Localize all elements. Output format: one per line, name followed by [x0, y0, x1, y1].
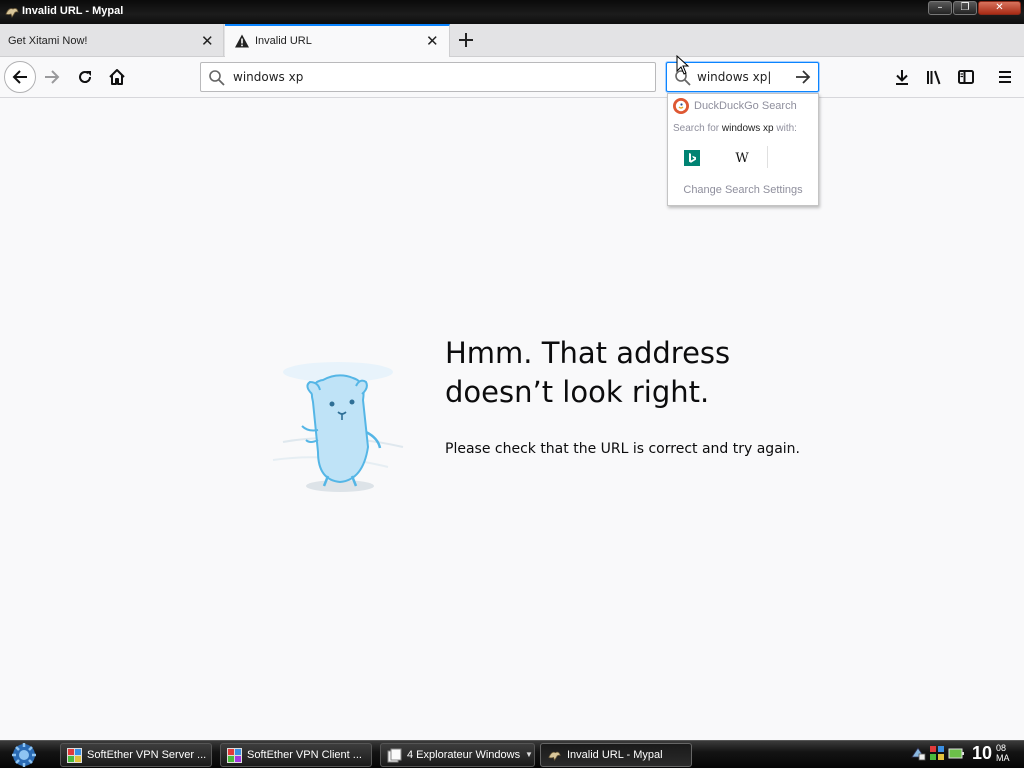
tab-get-xitami[interactable]: Get Xitami Now! ✕ [0, 24, 224, 57]
url-input[interactable]: windows xp [233, 70, 303, 84]
error-description: Please check that the URL is correct and… [445, 441, 800, 457]
reload-button[interactable] [73, 65, 97, 89]
mypal-app-icon [548, 751, 561, 762]
forward-button[interactable] [40, 65, 64, 89]
hamburger-menu-icon [999, 71, 1011, 83]
maximize-button[interactable]: ❐ [953, 1, 977, 15]
minimize-button[interactable]: – [928, 1, 952, 15]
error-title-line: doesn’t look right. [445, 375, 710, 409]
tab-label: Get Xitami Now! [8, 35, 88, 47]
softether-tray-icon[interactable] [929, 745, 945, 761]
error-title-line: Hmm. That address [445, 336, 731, 370]
library-button[interactable] [922, 65, 946, 89]
start-button-icon[interactable] [4, 741, 44, 769]
bing-icon [684, 150, 700, 166]
task-label: 4 Explorateur Windows [407, 749, 521, 761]
tab-strip: Get Xitami Now! ✕ Invalid URL ✕ [0, 24, 1024, 58]
folder-windows-icon [387, 748, 402, 763]
arrow-right-icon [45, 70, 60, 84]
close-tab-icon[interactable]: ✕ [426, 32, 439, 50]
error-mascot-illustration [272, 362, 404, 492]
chevron-down-icon: ▼ [525, 750, 533, 759]
clock-hour: 10 [972, 743, 993, 763]
go-arrow-icon[interactable] [794, 68, 812, 86]
url-bar[interactable]: windows xp [200, 62, 656, 92]
softether-client-icon [227, 748, 242, 763]
sidebar-button[interactable] [954, 65, 978, 89]
home-button[interactable] [105, 65, 129, 89]
engine-separator [767, 146, 768, 168]
warning-icon [235, 34, 249, 48]
close-tab-icon[interactable]: ✕ [201, 32, 214, 50]
window-titlebar[interactable]: Invalid URL - Mypal – ❐ ✕ [0, 0, 1024, 24]
downloads-button[interactable] [890, 65, 914, 89]
tab-label: Invalid URL [255, 35, 312, 47]
task-label: Invalid URL - Mypal [567, 749, 663, 761]
search-engine-popup: DuckDuckGo Search Search for windows xp … [667, 93, 819, 206]
menu-button[interactable] [993, 65, 1017, 89]
library-icon [927, 70, 941, 85]
download-icon [896, 70, 908, 85]
tab-invalid-url[interactable]: Invalid URL ✕ [225, 24, 450, 58]
clock-minutes: 08 [996, 743, 1007, 753]
network-tray-icon[interactable] [910, 745, 926, 761]
taskbar-item-softether-server[interactable]: SoftEther VPN Server ... [60, 743, 212, 767]
new-tab-icon[interactable] [458, 32, 474, 48]
task-label: SoftEther VPN Client ... [247, 749, 362, 761]
navigation-toolbar: windows xp windows xp| [0, 57, 1024, 98]
arrow-left-icon [12, 70, 27, 84]
clock-ampm: MA [996, 753, 1010, 763]
taskbar-item-mypal[interactable]: Invalid URL - Mypal [540, 743, 692, 767]
duckduckgo-icon [673, 98, 689, 114]
close-window-button[interactable]: ✕ [978, 1, 1021, 15]
error-title: Hmm. That address doesn’t look right. [445, 334, 845, 412]
bing-engine-button[interactable] [676, 146, 708, 170]
mypal-app-icon [5, 8, 19, 18]
search-for-text: Search for windows xp with: [673, 123, 797, 134]
sidebar-icon [958, 70, 974, 84]
reload-icon [79, 71, 92, 83]
window-title: Invalid URL - Mypal [22, 5, 124, 17]
wikipedia-icon: W [735, 150, 749, 166]
taskbar-item-softether-client[interactable]: SoftEther VPN Client ... [220, 743, 372, 767]
home-icon [109, 69, 125, 85]
taskbar: SoftEther VPN Server ... SoftEther VPN C… [0, 740, 1024, 768]
battery-tray-icon[interactable] [948, 745, 964, 761]
engine-label: DuckDuckGo Search [694, 100, 797, 112]
change-search-settings-link[interactable]: Change Search Settings [668, 184, 818, 196]
taskbar-item-explorer-group[interactable]: 4 Explorateur Windows ▼ [380, 743, 535, 767]
mouse-cursor-icon [676, 55, 690, 75]
search-icon [209, 70, 225, 86]
wikipedia-engine-button[interactable]: W [726, 146, 758, 170]
task-label: SoftEther VPN Server ... [87, 749, 207, 761]
softether-server-icon [67, 748, 82, 763]
back-button[interactable] [4, 61, 36, 93]
search-input[interactable]: windows xp| [697, 70, 771, 84]
